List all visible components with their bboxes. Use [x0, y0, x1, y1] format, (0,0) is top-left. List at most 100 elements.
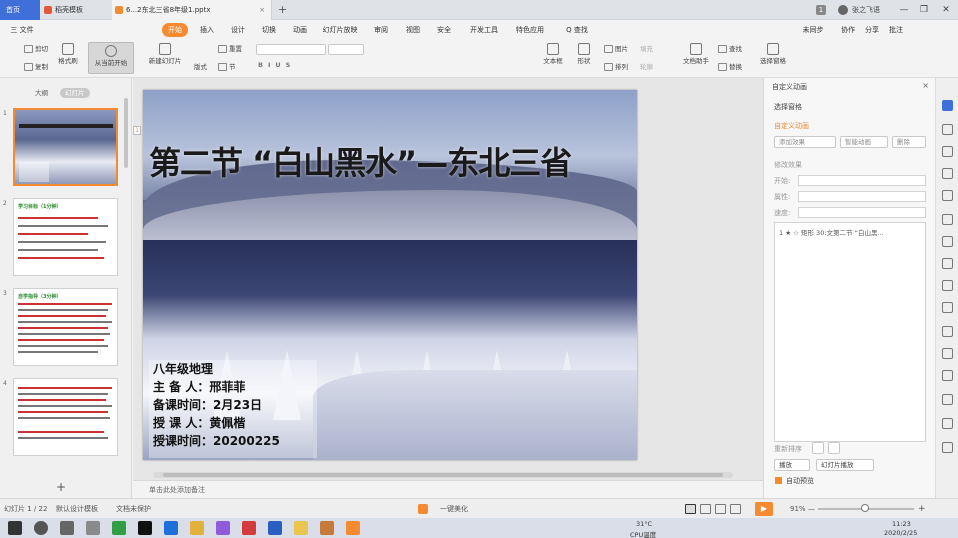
section-button[interactable]: 节	[218, 62, 236, 72]
slide-canvas[interactable]: 第二节 “白山黑水”—东北三省 八年级地理 主 备 人：邢菲菲 备课时间：2月2…	[143, 90, 637, 460]
new-tab-button[interactable]: +	[278, 0, 287, 20]
word-icon[interactable]	[268, 521, 282, 535]
doc-assistant-button[interactable]: 文档助手	[680, 43, 712, 66]
animation-pane-icon[interactable]	[942, 100, 953, 111]
menu-slideshow[interactable]: 幻灯片放映	[318, 23, 362, 37]
arrange-button[interactable]: 排列	[604, 62, 628, 72]
start-select[interactable]	[798, 175, 926, 186]
reset-button[interactable]: 重置	[218, 44, 242, 54]
search-button[interactable]: Q 查找	[560, 23, 594, 37]
normal-view-button[interactable]	[685, 504, 696, 514]
app-icon[interactable]	[216, 521, 230, 535]
play-animation-button[interactable]: 播放	[774, 459, 810, 471]
notes-icon[interactable]	[294, 521, 308, 535]
table-icon[interactable]	[942, 214, 953, 225]
canvas-scrollbar-thumb[interactable]	[163, 473, 723, 477]
font-size-select[interactable]	[328, 44, 364, 55]
textbox-button[interactable]: 文本框	[540, 43, 566, 66]
zoom-in-button[interactable]: +	[918, 499, 926, 519]
slide-title[interactable]: 第二节 “白山黑水”—东北三省	[149, 138, 637, 184]
layout-button[interactable]: 版式	[194, 62, 207, 72]
selection-pane-button[interactable]: 选择窗格	[756, 43, 790, 66]
start-icon[interactable]	[8, 521, 22, 535]
menu-file[interactable]: 三 文件	[4, 23, 40, 37]
export-icon[interactable]	[942, 302, 953, 313]
comment-button[interactable]: 批注	[884, 23, 908, 37]
avatar[interactable]	[838, 5, 848, 15]
minimize-button[interactable]: —	[896, 0, 912, 20]
wps-icon[interactable]	[242, 521, 256, 535]
notification-badge[interactable]: 1	[816, 5, 826, 15]
new-slide-button[interactable]: 新建幻灯片	[145, 43, 185, 66]
search-icon[interactable]	[34, 521, 48, 535]
menu-transition[interactable]: 切换	[256, 23, 282, 37]
collab-button[interactable]: 协作	[836, 23, 860, 37]
menu-developer[interactable]: 开发工具	[464, 23, 504, 37]
canvas-scrollbar[interactable]	[153, 472, 733, 478]
shape-button[interactable]: 形状	[572, 43, 596, 66]
reading-view-button[interactable]	[715, 504, 726, 514]
format-buttons[interactable]: BIUS	[258, 60, 295, 70]
menu-insert[interactable]: 插入	[194, 23, 220, 37]
adjust-icon[interactable]	[942, 280, 953, 291]
animation-list-item[interactable]: 1 ★ ☆ 矩形 30:文第二节 “白山黑...	[779, 227, 884, 237]
slide-thumb-1[interactable]	[13, 108, 118, 186]
presentation-icon[interactable]	[346, 521, 360, 535]
smart-animation-button[interactable]: 智能动画	[840, 136, 888, 148]
restore-button[interactable]: ❐	[916, 0, 932, 20]
move-up-button[interactable]	[812, 442, 824, 454]
auto-preview-checkbox[interactable]	[775, 477, 782, 484]
menu-security[interactable]: 安全	[431, 23, 457, 37]
task-view-icon[interactable]	[60, 521, 74, 535]
info-textbox[interactable]: 八年级地理 主 备 人：邢菲菲 备课时间：2月23日 授 课 人：黄佩楷 授课时…	[149, 360, 317, 458]
menu-design[interactable]: 设计	[225, 23, 251, 37]
user-name[interactable]: 张之飞语	[852, 0, 880, 20]
close-tab-icon[interactable]: ×	[259, 0, 265, 20]
share-button[interactable]: 分享	[860, 23, 884, 37]
close-window-button[interactable]: ✕	[938, 0, 954, 20]
document-status[interactable]: 文档未保护	[116, 499, 151, 519]
menu-home[interactable]: 开始	[162, 23, 188, 37]
font-family-select[interactable]	[256, 44, 326, 55]
qq-icon[interactable]	[138, 521, 152, 535]
upload-icon[interactable]	[942, 442, 953, 453]
paste-button[interactable]: 格式刷	[56, 43, 80, 66]
sorter-view-button[interactable]	[700, 504, 711, 514]
edge-icon[interactable]	[164, 521, 178, 535]
slides-tab[interactable]: 幻灯片	[60, 88, 90, 98]
beautify-button[interactable]: 一键美化	[440, 499, 468, 519]
slideshow-play-button[interactable]: ▶	[755, 502, 773, 516]
pane-close-icon[interactable]: ×	[922, 81, 929, 90]
theme-name[interactable]: 默认设计模板	[56, 499, 98, 519]
copy-button[interactable]: 复制	[24, 62, 48, 72]
folder-icon[interactable]	[190, 521, 204, 535]
select-pane-link[interactable]: 选择窗格	[774, 102, 802, 112]
thumb-scrollbar[interactable]	[124, 98, 128, 168]
add-effect-button[interactable]: 添加效果	[774, 136, 836, 148]
speed-select[interactable]	[798, 207, 926, 218]
slide-thumb-4[interactable]	[13, 378, 118, 456]
app-icon[interactable]	[320, 521, 334, 535]
picture-button[interactable]: 图片	[604, 44, 628, 54]
notes-placeholder[interactable]: 单击此处添加备注	[133, 480, 763, 498]
star-icon[interactable]	[942, 190, 953, 201]
tab-home[interactable]: 首页	[0, 0, 40, 20]
slideshow-button[interactable]: 幻灯片播放	[816, 459, 874, 471]
cut-button[interactable]: 剪切	[24, 44, 48, 54]
move-down-button[interactable]	[828, 442, 840, 454]
menu-review[interactable]: 审阅	[368, 23, 394, 37]
slide-thumb-2[interactable]: 学习目标（1分钟）	[13, 198, 118, 276]
cursor-icon[interactable]	[942, 394, 953, 405]
fill-button[interactable]: 填充	[640, 44, 653, 54]
shape-style-icon[interactable]	[942, 146, 953, 157]
replace-button[interactable]: 替换	[718, 62, 742, 72]
slide-thumb-3[interactable]: 自学指导（3分钟）	[13, 288, 118, 366]
chart-icon[interactable]	[942, 236, 953, 247]
help-icon[interactable]	[942, 418, 953, 429]
property-select[interactable]	[798, 191, 926, 202]
delete-effect-button[interactable]: 删除	[892, 136, 926, 148]
from-current-button[interactable]: 从当前开始	[88, 42, 134, 74]
app-icon[interactable]	[86, 521, 100, 535]
notes-view-button[interactable]	[730, 504, 741, 514]
image-icon[interactable]	[942, 348, 953, 359]
